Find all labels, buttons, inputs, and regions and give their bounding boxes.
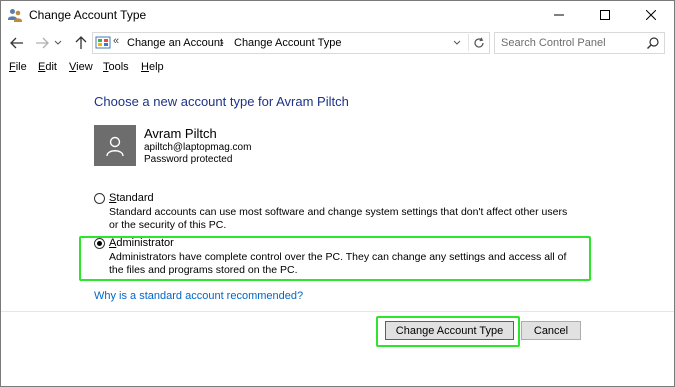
forward-arrow-icon xyxy=(36,37,49,49)
menu-file-label: ile xyxy=(15,61,27,73)
standard-description: Standard accounts can use most software … xyxy=(109,206,568,231)
menu-tools[interactable]: Tools xyxy=(103,61,129,73)
user-silhouette-icon xyxy=(106,136,124,156)
breadcrumb-change-an-account[interactable]: Change an Account xyxy=(127,37,223,49)
chevron-down-icon xyxy=(453,40,461,45)
chevron-down-icon xyxy=(54,40,62,45)
avatar xyxy=(94,125,136,166)
cancel-button[interactable]: Cancel xyxy=(521,321,581,340)
why-standard-link[interactable]: Why is a standard account recommended? xyxy=(94,290,303,302)
menu-tools-label: ools xyxy=(108,61,129,73)
user-email: apiltch@laptopmag.com xyxy=(144,142,252,153)
forward-button[interactable] xyxy=(32,33,52,53)
standard-radio[interactable] xyxy=(94,193,105,204)
refresh-button[interactable] xyxy=(468,34,488,51)
search-box[interactable] xyxy=(494,32,665,54)
content-pane: Choose a new account type for Avram Pilt… xyxy=(1,77,674,386)
close-icon xyxy=(646,10,656,20)
menu-edit-label: dit xyxy=(45,61,57,73)
refresh-icon xyxy=(473,37,484,48)
minimize-button[interactable] xyxy=(536,1,582,29)
control-panel-icon xyxy=(95,36,111,49)
maximize-button[interactable] xyxy=(582,1,628,29)
minimize-icon xyxy=(554,14,564,16)
search-icon[interactable] xyxy=(646,36,660,50)
address-bar[interactable]: « Change an Account Change Account Type xyxy=(92,32,490,54)
standard-label-text: tandard xyxy=(116,192,154,204)
menu-view-label: iew xyxy=(76,61,93,73)
menu-help-label: elp xyxy=(148,61,164,73)
menu-view[interactable]: View xyxy=(69,61,93,73)
menu-bar: File Edit View Tools Help xyxy=(1,58,674,76)
maximize-icon xyxy=(600,10,610,20)
up-button[interactable] xyxy=(71,33,91,53)
page-title: Choose a new account type for Avram Pilt… xyxy=(94,94,349,109)
divider xyxy=(1,311,674,312)
close-button[interactable] xyxy=(628,1,674,29)
administrator-highlight-box xyxy=(79,236,591,281)
menu-help-accel: H xyxy=(141,61,149,73)
navigation-bar: « Change an Account Change Account Type xyxy=(1,30,674,56)
breadcrumb-separator-icon[interactable] xyxy=(217,36,227,50)
back-button[interactable] xyxy=(7,33,27,53)
title-bar[interactable]: Change Account Type xyxy=(1,1,674,29)
address-history-button[interactable] xyxy=(450,36,464,50)
change-button-highlight-box xyxy=(376,316,520,347)
user-status: Password protected xyxy=(144,154,233,165)
address-overflow-separator[interactable]: « xyxy=(113,35,119,47)
menu-file[interactable]: File xyxy=(9,61,27,73)
user-accounts-icon xyxy=(8,9,22,22)
up-arrow-icon xyxy=(75,36,87,49)
window: Change Account Type « Change an Account … xyxy=(0,0,675,387)
window-title: Change Account Type xyxy=(29,8,147,22)
user-name: Avram Piltch xyxy=(144,126,217,141)
standard-option-label[interactable]: Standard xyxy=(109,192,154,204)
search-input[interactable] xyxy=(501,35,641,51)
recent-locations-button[interactable] xyxy=(52,33,64,53)
breadcrumb-change-account-type[interactable]: Change Account Type xyxy=(234,37,341,49)
back-arrow-icon xyxy=(10,37,23,49)
menu-file-accel: F xyxy=(9,61,16,73)
menu-help[interactable]: Help xyxy=(141,61,164,73)
menu-edit[interactable]: Edit xyxy=(38,61,57,73)
